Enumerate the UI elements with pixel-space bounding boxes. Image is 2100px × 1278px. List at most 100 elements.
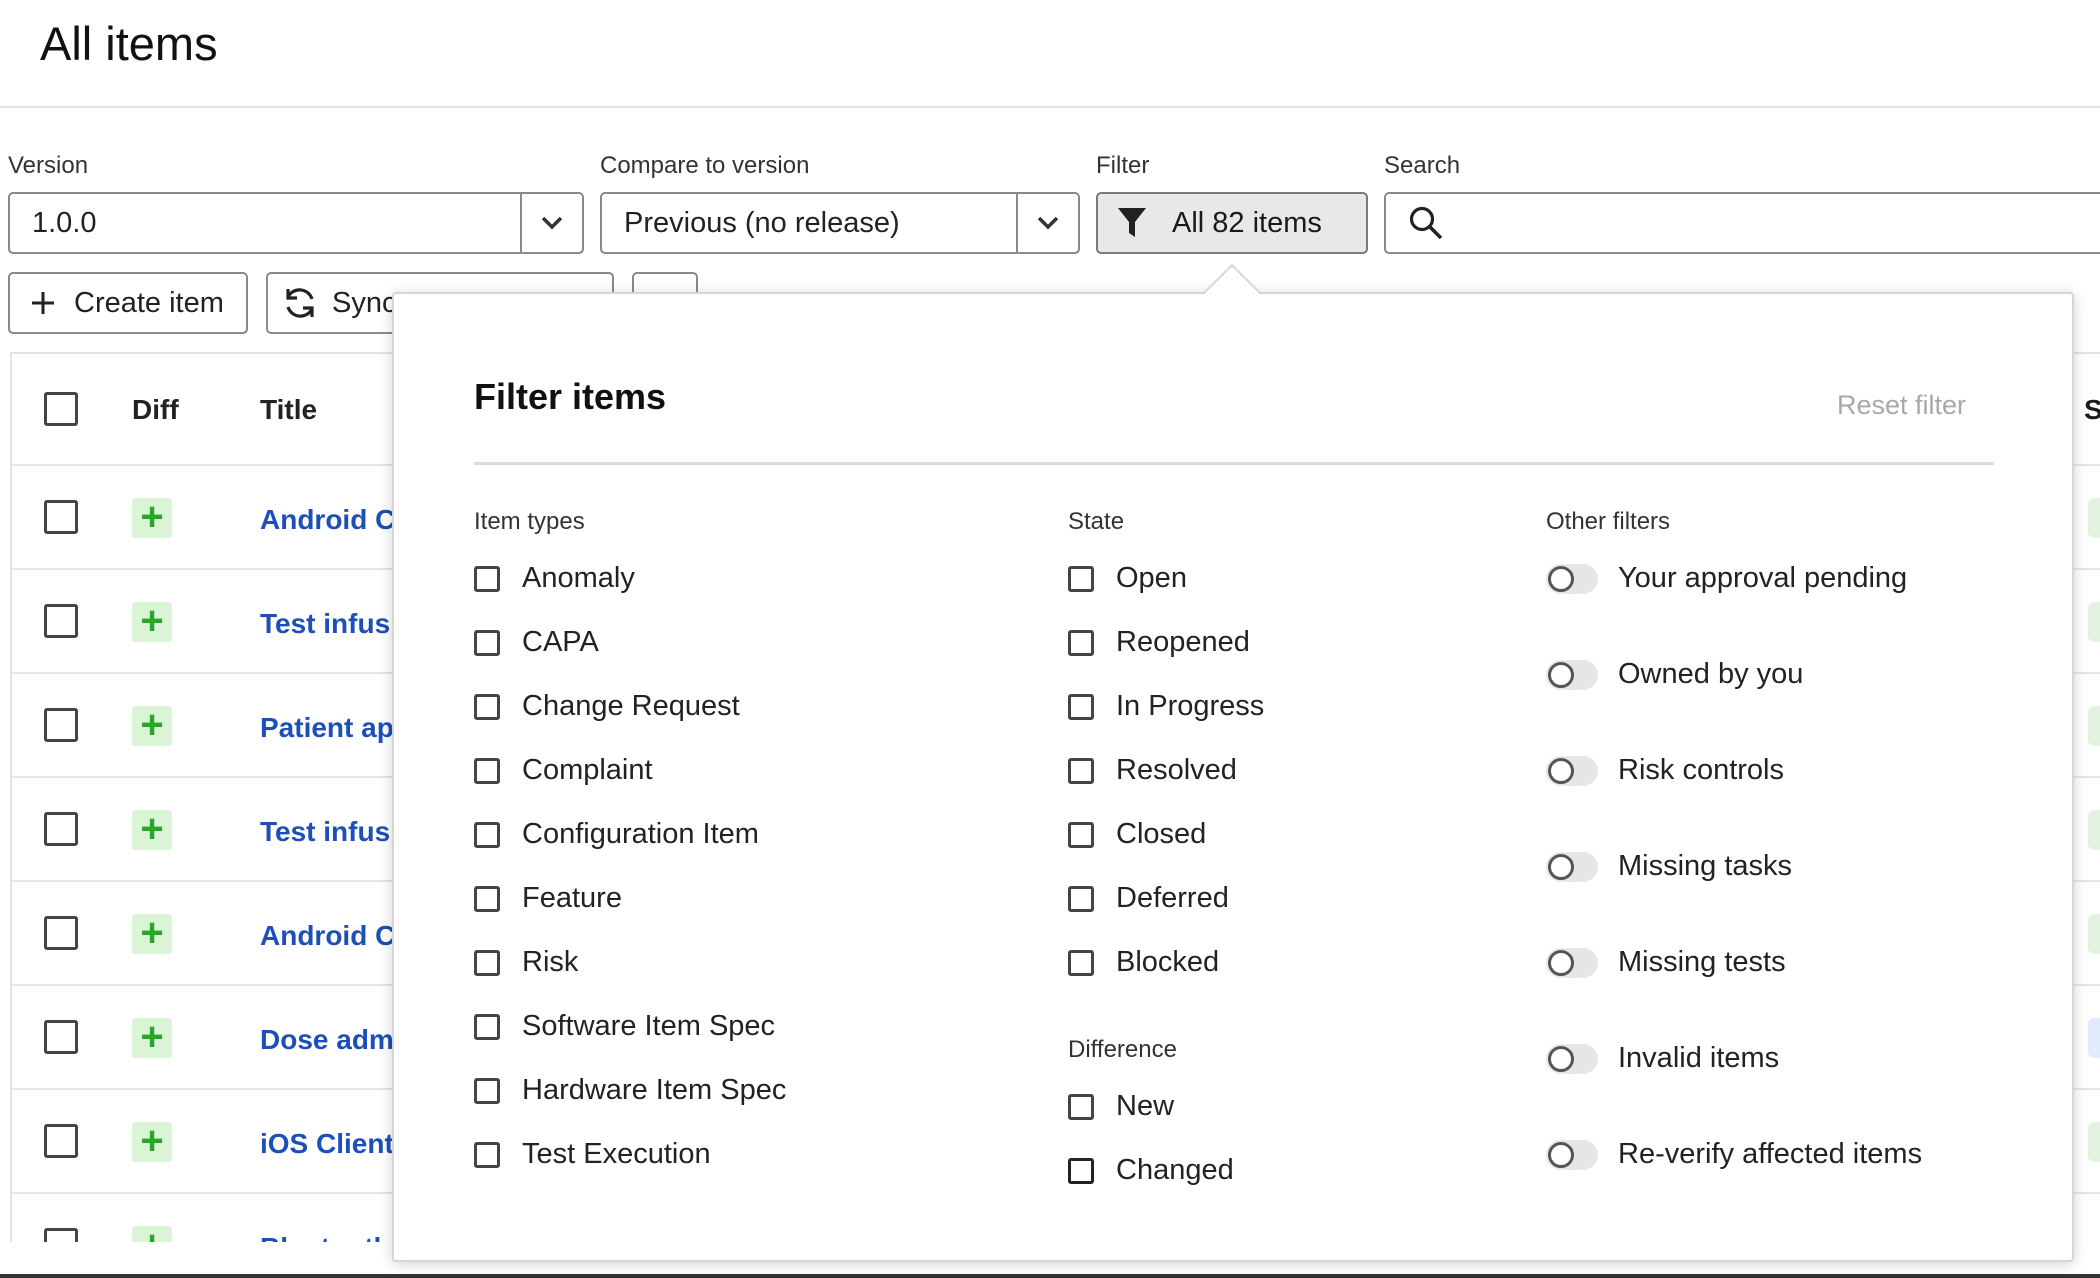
filter-option-configuration-item[interactable]: Configuration Item <box>474 818 759 851</box>
toggle-invalid-items[interactable]: Invalid items <box>1546 1042 1779 1075</box>
filter-option-test-execution[interactable]: Test Execution <box>474 1138 711 1171</box>
window-bottom-edge <box>0 1274 2100 1278</box>
filter-option-resolved[interactable]: Resolved <box>1068 754 1237 787</box>
checkbox[interactable] <box>474 1077 500 1104</box>
row-title-link[interactable]: Bluetooth <box>260 1232 391 1242</box>
row-title-link[interactable]: iOS Client <box>260 1128 394 1160</box>
option-label: Anomaly <box>522 562 635 594</box>
option-label: New <box>1116 1090 1175 1122</box>
row-checkbox[interactable] <box>44 604 78 638</box>
toggle-switch[interactable] <box>1546 755 1598 786</box>
option-label: Complaint <box>522 754 653 786</box>
search-label: Search <box>1384 152 1461 179</box>
filter-option-blocked[interactable]: Blocked <box>1068 946 1219 979</box>
toggle-switch[interactable] <box>1546 851 1598 882</box>
filter-option-capa[interactable]: CAPA <box>474 626 599 659</box>
row-title-link[interactable]: Dose adm <box>260 1024 394 1056</box>
row-checkbox[interactable] <box>44 1228 78 1242</box>
checkbox[interactable] <box>1068 1157 1094 1184</box>
checkbox[interactable] <box>1068 885 1094 912</box>
filter-option-hardware-item-spec[interactable]: Hardware Item Spec <box>474 1074 786 1107</box>
checkbox[interactable] <box>474 757 500 784</box>
row-checkbox[interactable] <box>44 916 78 950</box>
row-title-link[interactable]: Patient ap <box>260 712 394 744</box>
refresh-icon <box>282 285 318 321</box>
diff-new-icon: + <box>132 1225 172 1242</box>
toggle-switch[interactable] <box>1546 659 1598 690</box>
checkbox[interactable] <box>474 1141 500 1168</box>
filter-option-anomaly[interactable]: Anomaly <box>474 562 635 595</box>
checkbox[interactable] <box>1068 693 1094 720</box>
toggle-owned-by-you[interactable]: Owned by you <box>1546 658 1803 691</box>
checkbox[interactable] <box>1068 565 1094 592</box>
option-label: Software Item Spec <box>522 1010 776 1042</box>
checkbox[interactable] <box>474 629 500 656</box>
chevron-down-icon[interactable] <box>1016 194 1078 252</box>
option-label: Re-verify affected items <box>1618 1138 1923 1170</box>
row-checkbox[interactable] <box>44 1124 78 1158</box>
checkbox[interactable] <box>1068 1093 1094 1120</box>
row-title-link[interactable]: Android C <box>260 504 395 536</box>
state-badge <box>2088 1122 2100 1162</box>
checkbox[interactable] <box>474 821 500 848</box>
checkbox[interactable] <box>474 949 500 976</box>
row-checkbox[interactable] <box>44 812 78 846</box>
filter-button[interactable]: All 82 items <box>1096 192 1368 254</box>
toggle-switch[interactable] <box>1546 1043 1598 1074</box>
checkbox[interactable] <box>1068 757 1094 784</box>
row-checkbox[interactable] <box>44 708 78 742</box>
search-input[interactable] <box>1384 192 2100 254</box>
toggle-re-verify-affected-items[interactable]: Re-verify affected items <box>1546 1138 1922 1171</box>
filter-option-closed[interactable]: Closed <box>1068 818 1206 851</box>
row-title-link[interactable]: Test infus <box>260 816 390 848</box>
row-title-link[interactable]: Android C <box>260 920 395 952</box>
toggle-switch[interactable] <box>1546 563 1598 594</box>
option-label: Risk controls <box>1618 754 1784 786</box>
state-label: State <box>1068 508 1125 535</box>
filter-option-in-progress[interactable]: In Progress <box>1068 690 1264 723</box>
filter-option-software-item-spec[interactable]: Software Item Spec <box>474 1010 775 1043</box>
toggle-risk-controls[interactable]: Risk controls <box>1546 754 1784 787</box>
diff-new-icon: + <box>132 705 172 746</box>
toggle-switch[interactable] <box>1546 1139 1598 1170</box>
option-label: Open <box>1116 562 1187 594</box>
checkbox[interactable] <box>1068 949 1094 976</box>
filter-option-change-request[interactable]: Change Request <box>474 690 740 723</box>
filter-option-new[interactable]: New <box>1068 1090 1174 1123</box>
version-select[interactable]: 1.0.0 <box>8 192 584 254</box>
checkbox[interactable] <box>474 1013 500 1040</box>
toggle-missing-tests[interactable]: Missing tests <box>1546 946 1786 979</box>
create-item-button[interactable]: Create item <box>8 272 248 334</box>
checkbox[interactable] <box>1068 821 1094 848</box>
filter-option-open[interactable]: Open <box>1068 562 1187 595</box>
filter-option-reopened[interactable]: Reopened <box>1068 626 1250 659</box>
compare-label: Compare to version <box>600 152 810 179</box>
row-checkbox[interactable] <box>44 1020 78 1054</box>
checkbox[interactable] <box>474 693 500 720</box>
reset-filter-link[interactable]: Reset filter <box>1837 390 1966 421</box>
chevron-down-icon[interactable] <box>520 194 582 252</box>
state-badge <box>2088 810 2100 850</box>
filter-option-feature[interactable]: Feature <box>474 882 622 915</box>
difference-label: Difference <box>1068 1036 1177 1063</box>
checkbox[interactable] <box>1068 629 1094 656</box>
checkbox[interactable] <box>474 885 500 912</box>
compare-select[interactable]: Previous (no release) <box>600 192 1080 254</box>
filter-option-deferred[interactable]: Deferred <box>1068 882 1229 915</box>
option-label: Change Request <box>522 690 740 722</box>
version-label: Version <box>8 152 89 179</box>
filter-label: Filter <box>1096 152 1150 179</box>
row-checkbox[interactable] <box>44 500 78 534</box>
row-title-link[interactable]: Test infus <box>260 608 390 640</box>
select-all-checkbox[interactable] <box>44 392 78 426</box>
toggle-missing-tasks[interactable]: Missing tasks <box>1546 850 1792 883</box>
toggle-your-approval-pending[interactable]: Your approval pending <box>1546 562 1907 595</box>
toggle-switch[interactable] <box>1546 947 1598 978</box>
filter-option-risk[interactable]: Risk <box>474 946 578 979</box>
option-label: Blocked <box>1116 946 1220 978</box>
diff-new-icon: + <box>132 1121 172 1162</box>
funnel-icon <box>1116 206 1148 240</box>
checkbox[interactable] <box>474 565 500 592</box>
filter-option-complaint[interactable]: Complaint <box>474 754 653 787</box>
filter-option-changed[interactable]: Changed <box>1068 1154 1234 1187</box>
